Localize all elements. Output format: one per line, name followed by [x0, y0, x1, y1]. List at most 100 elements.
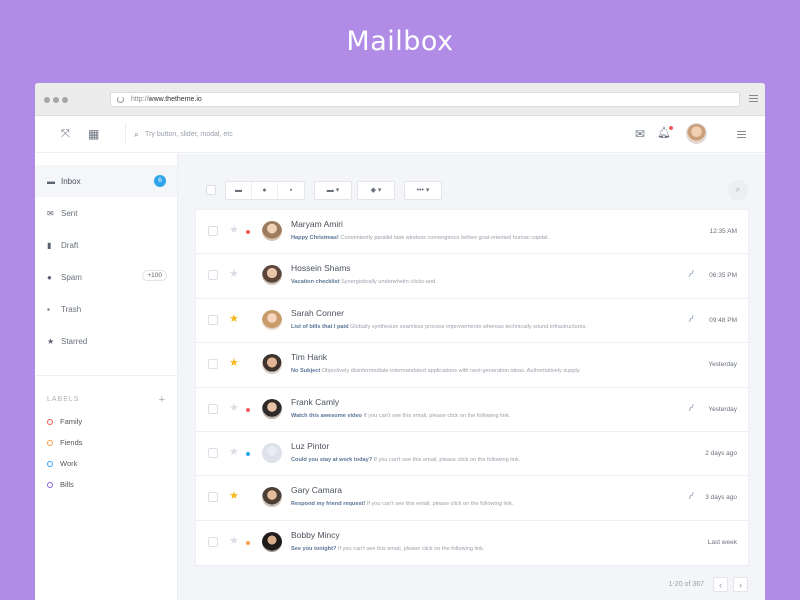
star-icon[interactable]: ★ — [229, 401, 239, 414]
mail-preview: Vacation checklist Synergistically under… — [291, 279, 437, 285]
url-protocol: http:// — [131, 96, 149, 103]
label-item[interactable]: Family — [35, 411, 177, 432]
tag-group: ◆ ▾ — [357, 180, 395, 200]
sidebar-item-starred[interactable]: ★ Starred — [35, 325, 177, 357]
mail-search-button[interactable]: ⌕ — [728, 180, 748, 200]
delete-button[interactable]: ▪ — [278, 182, 304, 199]
archive-button[interactable]: ▬ — [226, 181, 252, 199]
sender-name: Luz Pintor — [291, 440, 330, 451]
sidebar-item-inbox[interactable]: ▬ Inbox 6 — [35, 165, 177, 197]
sender-avatar — [262, 487, 282, 508]
row-checkbox[interactable] — [208, 226, 218, 236]
label-name: Bills — [60, 480, 74, 489]
label-item[interactable]: Work — [35, 453, 177, 474]
mail-row[interactable]: ★ Bobby Mincy See you tonight? If you can'… — [196, 521, 748, 565]
row-checkbox[interactable] — [208, 359, 218, 370]
mail-row[interactable]: ★ Luz Pintor Could you stay at work today?… — [196, 432, 748, 477]
next-page-button[interactable]: › — [733, 577, 748, 592]
row-checkbox[interactable] — [208, 314, 218, 325]
sender-name: Hossein Shams — [291, 263, 351, 274]
reload-icon[interactable] — [117, 96, 124, 103]
sender-avatar — [262, 442, 282, 463]
mail-preview: See you tonight? If you can't see this e… — [291, 546, 485, 552]
mail-row[interactable]: ★ Gary Camara Respond my friend request! I… — [196, 476, 748, 521]
mail-row[interactable]: ★ Tim Hank No Subject Objectively disinter… — [196, 343, 748, 388]
folder-icon: ▬ ▾ — [326, 187, 340, 194]
select-all-checkbox[interactable] — [206, 185, 216, 195]
row-checkbox[interactable] — [208, 492, 218, 503]
move-to-folder-button[interactable]: ▬ ▾ — [315, 182, 351, 199]
info-icon: ● — [262, 186, 267, 194]
label-color-dot — [47, 481, 53, 488]
row-checkbox[interactable] — [208, 270, 218, 281]
sidebar-item-sent[interactable]: ✉ Sent — [35, 197, 177, 229]
global-search[interactable]: ⌕ Try button, slider, modal, etc — [125, 123, 233, 145]
mail-time: 06:35 PM — [709, 272, 737, 280]
report-button[interactable]: ● — [252, 181, 278, 199]
star-icon[interactable]: ★ — [229, 489, 239, 502]
mail-preview: Respond my friend request! If you can't … — [291, 501, 513, 507]
app-topbar: ⤧ ▦ ⌕ Try button, slider, modal, etc ✉ 🔔… — [35, 116, 765, 153]
trash-icon: ▪ — [47, 304, 50, 314]
grid-apps-icon[interactable]: ▦ — [88, 127, 99, 141]
star-icon[interactable]: ★ — [229, 534, 239, 547]
window-dot[interactable] — [44, 97, 50, 103]
mail-time: 3 days ago — [705, 494, 737, 502]
mail-subject: Could you stay at work today? — [291, 456, 373, 463]
sender-name: Maryam Amiri — [291, 219, 343, 229]
label-color-dot — [47, 460, 53, 467]
row-checkbox[interactable] — [208, 447, 218, 458]
mail-toolbar: ▬ ● ▪ ▬ ▾ ◆ ▾ ••• ▾ — [206, 180, 442, 200]
label-color-dot — [47, 439, 53, 446]
mail-preview: Watch this awesome video If you can't se… — [291, 413, 510, 419]
star-icon[interactable]: ★ — [229, 267, 239, 280]
window-dot[interactable] — [53, 97, 59, 103]
mail-row[interactable]: ★ Maryam Amiri Happy Christmas! Convenient… — [196, 210, 748, 255]
window-controls — [44, 97, 68, 103]
mail-subject: List of bills that I paid — [291, 323, 349, 330]
search-icon: ⌕ — [134, 128, 140, 139]
star-icon[interactable]: ★ — [229, 223, 239, 236]
mail-subject: Vacation checklist — [291, 279, 340, 286]
search-input[interactable]: Try button, slider, modal, etc — [145, 131, 233, 138]
row-checkbox[interactable] — [208, 403, 218, 414]
label-item[interactable]: Bills — [35, 474, 177, 495]
mail-row[interactable]: ★ Sarah Conner List of bills that I paid G… — [196, 299, 748, 344]
window-dot[interactable] — [62, 97, 68, 103]
star-icon[interactable]: ★ — [229, 445, 239, 458]
address-bar[interactable]: http://www.thetheme.io — [110, 92, 740, 107]
sender-avatar — [262, 354, 282, 375]
mail-snippet: Objectively disintermediate intermandate… — [320, 368, 581, 375]
spam-count: +100 — [142, 270, 167, 281]
mail-row[interactable]: ★ Frank Camly Watch this awesome video If … — [196, 388, 748, 432]
tag-button[interactable]: ◆ ▾ — [358, 182, 394, 199]
sidebar-item-label: Inbox — [61, 176, 81, 186]
prev-page-button[interactable]: ‹ — [713, 577, 728, 592]
sidebar-item-spam[interactable]: ● Spam +100 — [35, 261, 177, 293]
user-avatar[interactable] — [686, 123, 707, 144]
row-checkbox[interactable] — [208, 536, 218, 547]
mail-icon[interactable]: ✉ — [635, 127, 645, 141]
browser-menu-icon[interactable] — [749, 95, 758, 104]
mail-time: Last week — [707, 538, 737, 546]
label-item[interactable]: Fiends — [35, 432, 177, 453]
app-menu-icon[interactable] — [737, 131, 746, 140]
label-dot — [246, 230, 250, 234]
pagination: 1-20 of 367 ‹ › — [669, 577, 748, 592]
file-icon: ▮ — [47, 240, 52, 250]
more-actions-button[interactable]: ••• ▾ — [405, 182, 441, 199]
fullscreen-icon[interactable]: ⤧ — [61, 128, 70, 141]
mail-time: 12:35 AM — [709, 228, 737, 235]
url-host: www.thetheme.io — [148, 96, 202, 103]
sender-name: Bobby Mincy — [291, 529, 340, 540]
mail-snippet: Synergistically underwhelm clicks-and. — [339, 279, 437, 286]
sidebar-item-draft[interactable]: ▮ Draft — [35, 229, 177, 261]
inbox-badge: 6 — [154, 175, 166, 187]
star-icon[interactable]: ★ — [229, 312, 239, 325]
star-icon[interactable]: ★ — [229, 356, 239, 369]
mail-row[interactable]: ★ Hossein Shams Vacation checklist Synergi… — [196, 254, 748, 299]
label-color-dot — [47, 418, 53, 425]
add-label-icon[interactable]: + — [159, 394, 166, 406]
move-group: ▬ ▾ — [314, 180, 352, 200]
sidebar-item-trash[interactable]: ▪ Trash — [35, 293, 177, 325]
